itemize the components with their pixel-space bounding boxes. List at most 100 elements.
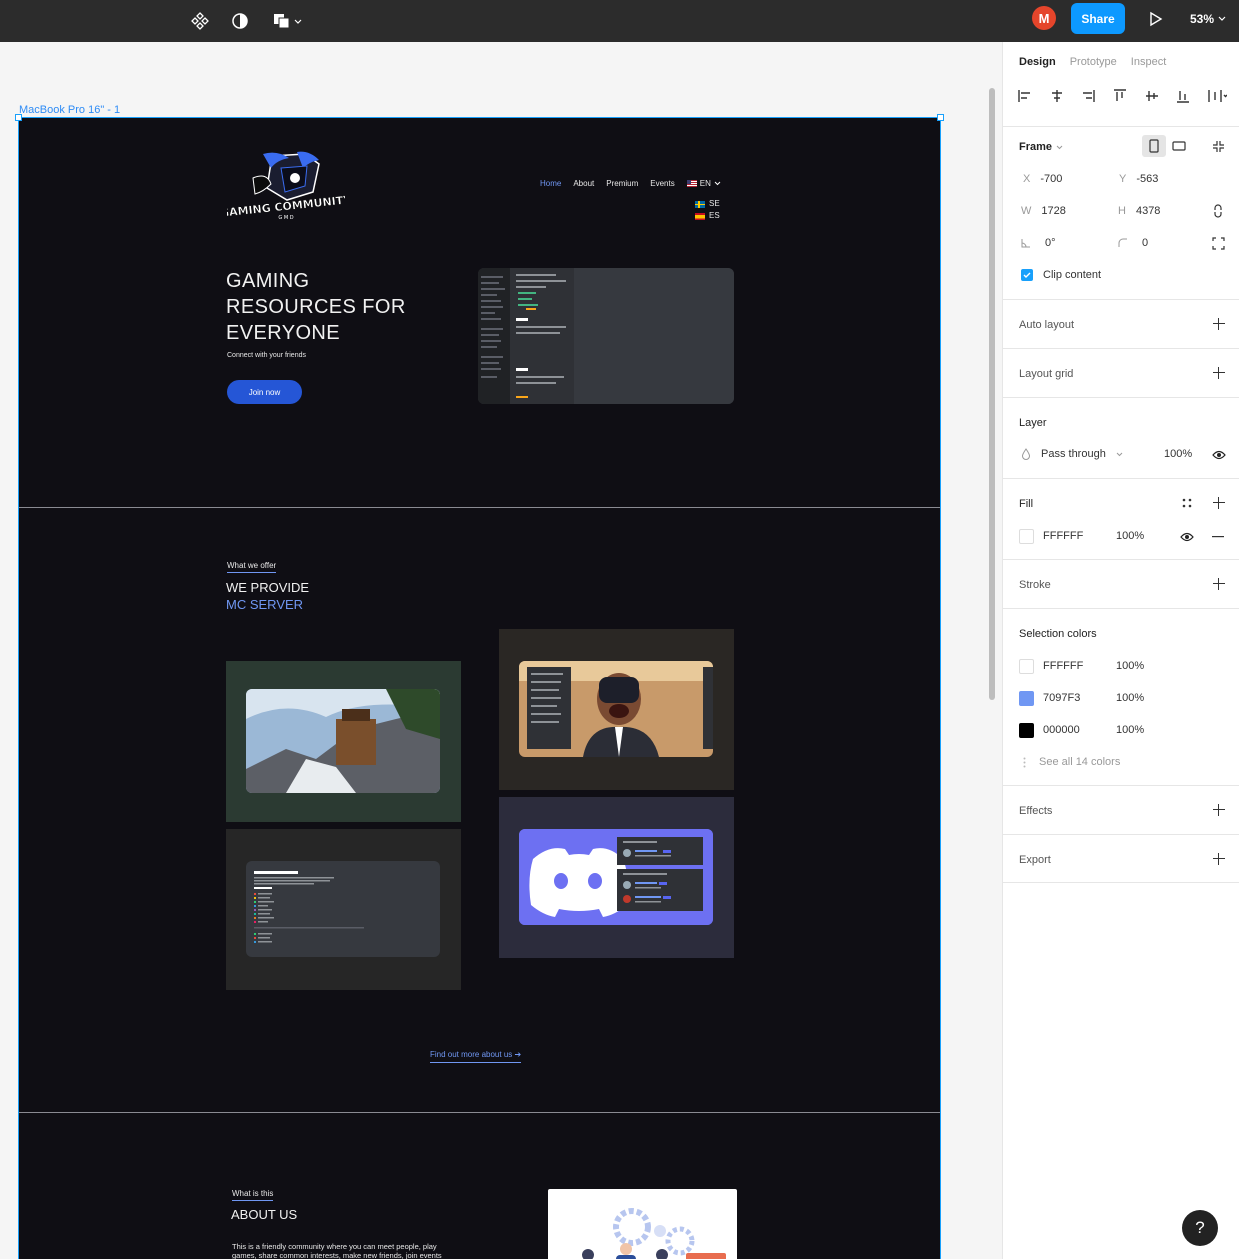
h-label: H (1118, 205, 1126, 217)
roles-card[interactable] (226, 829, 461, 990)
clip-content-checkbox[interactable]: Clip content (1021, 269, 1101, 281)
add-layout-grid-icon[interactable] (1213, 367, 1225, 379)
frame-label[interactable]: MacBook Pro 16" - 1 (19, 104, 120, 116)
color-opacity[interactable]: 100% (1116, 660, 1144, 672)
align-right-icon[interactable] (1080, 88, 1096, 104)
stroke-title: Stroke (1019, 579, 1051, 591)
layout-grid-title: Layout grid (1019, 368, 1074, 380)
join-now-button[interactable]: Join now (227, 380, 302, 404)
help-button[interactable]: ? (1182, 1210, 1218, 1246)
selection-colors-title: Selection colors (1019, 628, 1097, 640)
tab-inspect[interactable]: Inspect (1131, 56, 1166, 68)
color-hex[interactable]: 000000 (1043, 724, 1080, 736)
color-swatch[interactable] (1019, 691, 1034, 706)
fill-hex[interactable]: FFFFFF (1043, 530, 1083, 542)
align-bottom-icon[interactable] (1175, 88, 1191, 104)
independent-corners-icon[interactable] (1212, 237, 1225, 250)
style-grid-icon[interactable] (1181, 497, 1193, 509)
canvas[interactable]: MacBook Pro 16" - 1 GAMING COMMUNITY G M… (0, 42, 1002, 1259)
remove-fill-icon[interactable] (1212, 536, 1224, 538)
fill-title: Fill (1019, 498, 1034, 510)
radius-value: 0 (1142, 237, 1149, 249)
add-fill-icon[interactable] (1213, 497, 1225, 509)
macbook-frame[interactable]: GAMING COMMUNITY G M D Home About Premiu… (18, 117, 941, 1259)
rotation-value: 0° (1045, 237, 1056, 249)
find-out-more-link[interactable]: Find out more about us ➔ (430, 1050, 522, 1063)
tab-design[interactable]: Design (1019, 56, 1056, 68)
align-left-icon[interactable] (1017, 88, 1033, 104)
nav-about[interactable]: About (573, 179, 594, 188)
align-vertical-center-icon[interactable] (1144, 88, 1160, 104)
frame-title-label: Frame (1019, 141, 1053, 153)
export-title: Export (1019, 854, 1051, 866)
portrait-orientation-button[interactable] (1142, 135, 1166, 157)
constrain-proportions-icon[interactable] (1213, 204, 1223, 218)
minecraft-card[interactable] (226, 661, 461, 822)
section-divider (19, 507, 940, 508)
corner-radius-icon (1118, 238, 1127, 247)
color-hex[interactable]: 7097F3 (1043, 692, 1080, 704)
distribute-icon[interactable] (1207, 88, 1227, 104)
fill-opacity[interactable]: 100% (1116, 530, 1144, 542)
se-flag-icon (695, 200, 705, 208)
color-swatch[interactable] (1019, 659, 1034, 674)
width-field[interactable]: W 1728 (1021, 205, 1066, 217)
language-option-es[interactable]: ES (695, 210, 720, 222)
add-stroke-icon[interactable] (1213, 578, 1225, 590)
zoom-dropdown[interactable]: 53% (1190, 12, 1226, 26)
avatar[interactable]: M (1032, 6, 1056, 30)
resize-handle-top-left[interactable] (15, 114, 22, 121)
nav-premium[interactable]: Premium (606, 179, 638, 188)
components-icon[interactable] (188, 9, 212, 33)
chevron-down-icon (714, 181, 721, 186)
resize-to-fit-icon[interactable] (1212, 140, 1225, 153)
layer-opacity[interactable]: 100% (1164, 448, 1192, 460)
rotation-field[interactable]: 0° (1021, 237, 1056, 249)
eye-icon[interactable] (1180, 532, 1194, 542)
discord-image (519, 829, 713, 925)
y-field[interactable]: Y -563 (1119, 173, 1158, 185)
offer-title-highlight: MC SERVER (226, 597, 304, 612)
layer-title: Layer (1019, 417, 1047, 429)
share-button[interactable]: Share (1071, 3, 1125, 34)
color-opacity[interactable]: 100% (1116, 692, 1144, 704)
chevron-down-icon (1218, 16, 1226, 21)
corner-radius-field[interactable]: 0 (1118, 237, 1148, 249)
landscape-icon[interactable] (1172, 141, 1186, 151)
height-field[interactable]: H 4378 (1118, 205, 1160, 217)
nav-events[interactable]: Events (650, 179, 674, 188)
color-opacity[interactable]: 100% (1116, 724, 1144, 736)
us-flag-icon (686, 180, 697, 187)
language-option-se[interactable]: SE (695, 198, 720, 210)
minecraft-image (246, 689, 440, 793)
eye-icon[interactable] (1212, 450, 1226, 460)
about-title: ABOUT US (231, 1207, 298, 1222)
color-hex[interactable]: FFFFFF (1043, 660, 1083, 672)
blend-mode-dropdown[interactable]: Pass through (1021, 448, 1123, 460)
add-export-icon[interactable] (1213, 853, 1225, 865)
boolean-groups-icon[interactable] (270, 9, 304, 33)
frame-title[interactable]: Frame (1019, 141, 1063, 153)
svg-text:G M D: G M D (278, 215, 293, 221)
add-auto-layout-icon[interactable] (1213, 318, 1225, 330)
tab-prototype[interactable]: Prototype (1070, 56, 1117, 68)
x-field[interactable]: X -700 (1023, 173, 1062, 185)
language-option-label: SE (709, 199, 720, 208)
canvas-scrollbar[interactable] (989, 88, 995, 700)
add-effect-icon[interactable] (1213, 804, 1225, 816)
roles-image (246, 861, 440, 957)
auto-layout-section: Auto layout (1003, 299, 1239, 348)
color-swatch[interactable] (1019, 723, 1034, 738)
discord-card[interactable] (499, 797, 734, 958)
language-option-label: ES (709, 211, 720, 220)
tf2-card[interactable] (499, 629, 734, 790)
see-all-colors-link[interactable]: See all 14 colors (1023, 756, 1120, 768)
resize-handle-top-right[interactable] (937, 114, 944, 121)
fill-swatch[interactable] (1019, 529, 1034, 544)
align-top-icon[interactable] (1112, 88, 1128, 104)
contrast-icon[interactable] (228, 9, 252, 33)
align-horizontal-center-icon[interactable] (1049, 88, 1065, 104)
play-icon[interactable] (1145, 9, 1165, 29)
language-selector[interactable]: EN (686, 179, 721, 188)
nav-home[interactable]: Home (540, 179, 561, 188)
